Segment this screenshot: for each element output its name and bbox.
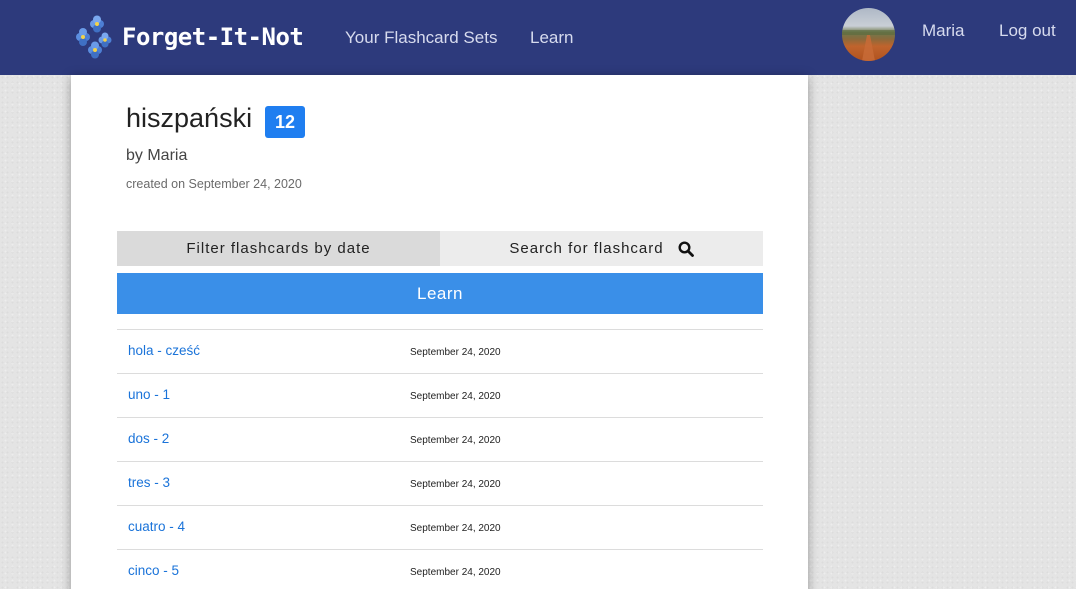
list-item: dos - 2 September 24, 2020 xyxy=(117,417,763,461)
flashcard-date: September 24, 2020 xyxy=(410,347,501,358)
flashcard-date: September 24, 2020 xyxy=(410,523,501,534)
flashcard-link[interactable]: hola - cześć xyxy=(128,343,200,358)
flashcard-link[interactable]: uno - 1 xyxy=(128,387,170,402)
flashcard-date: September 24, 2020 xyxy=(410,435,501,446)
list-item: hola - cześć September 24, 2020 xyxy=(117,329,763,373)
flashcard-set-card: hiszpański 12 by Maria created on Septem… xyxy=(71,75,808,589)
logout-link[interactable]: Log out xyxy=(999,21,1056,41)
flashcard-link[interactable]: dos - 2 xyxy=(128,431,169,446)
search-flashcard-label: Search for flashcard xyxy=(509,240,664,257)
nav-link-flashcard-sets[interactable]: Your Flashcard Sets xyxy=(345,28,497,48)
list-item: uno - 1 September 24, 2020 xyxy=(117,373,763,417)
brand[interactable]: Forget-It-Not xyxy=(70,14,304,60)
search-icon xyxy=(678,240,694,257)
filter-by-date-tab[interactable]: Filter flashcards by date xyxy=(117,231,440,266)
top-navbar: Forget-It-Not Your Flashcard Sets Learn … xyxy=(0,0,1076,75)
flashcard-date: September 24, 2020 xyxy=(410,391,501,402)
nav-link-learn[interactable]: Learn xyxy=(530,28,573,48)
search-flashcard-tab[interactable]: Search for flashcard xyxy=(440,231,763,266)
flashcard-link[interactable]: cinco - 5 xyxy=(128,563,179,578)
flashcard-link[interactable]: tres - 3 xyxy=(128,475,170,490)
avatar[interactable] xyxy=(842,8,895,61)
learn-button[interactable]: Learn xyxy=(117,273,763,314)
list-item: cinco - 5 September 24, 2020 xyxy=(117,549,763,589)
flashcard-count-badge: 12 xyxy=(265,106,305,138)
filter-by-date-label: Filter flashcards by date xyxy=(186,240,371,257)
flashcard-link[interactable]: cuatro - 4 xyxy=(128,519,185,534)
list-item: cuatro - 4 September 24, 2020 xyxy=(117,505,763,549)
brand-name: Forget-It-Not xyxy=(122,23,304,51)
nav-user-name[interactable]: Maria xyxy=(922,21,965,41)
list-item: tres - 3 September 24, 2020 xyxy=(117,461,763,505)
forget-me-not-flower-icon xyxy=(70,15,112,59)
flashcard-date: September 24, 2020 xyxy=(410,567,501,578)
set-created-date: created on September 24, 2020 xyxy=(126,177,302,191)
flashcard-list: hola - cześć September 24, 2020 uno - 1 … xyxy=(117,329,763,589)
flashcard-date: September 24, 2020 xyxy=(410,479,501,490)
set-title: hiszpański xyxy=(126,103,253,133)
set-author: by Maria xyxy=(126,147,188,164)
